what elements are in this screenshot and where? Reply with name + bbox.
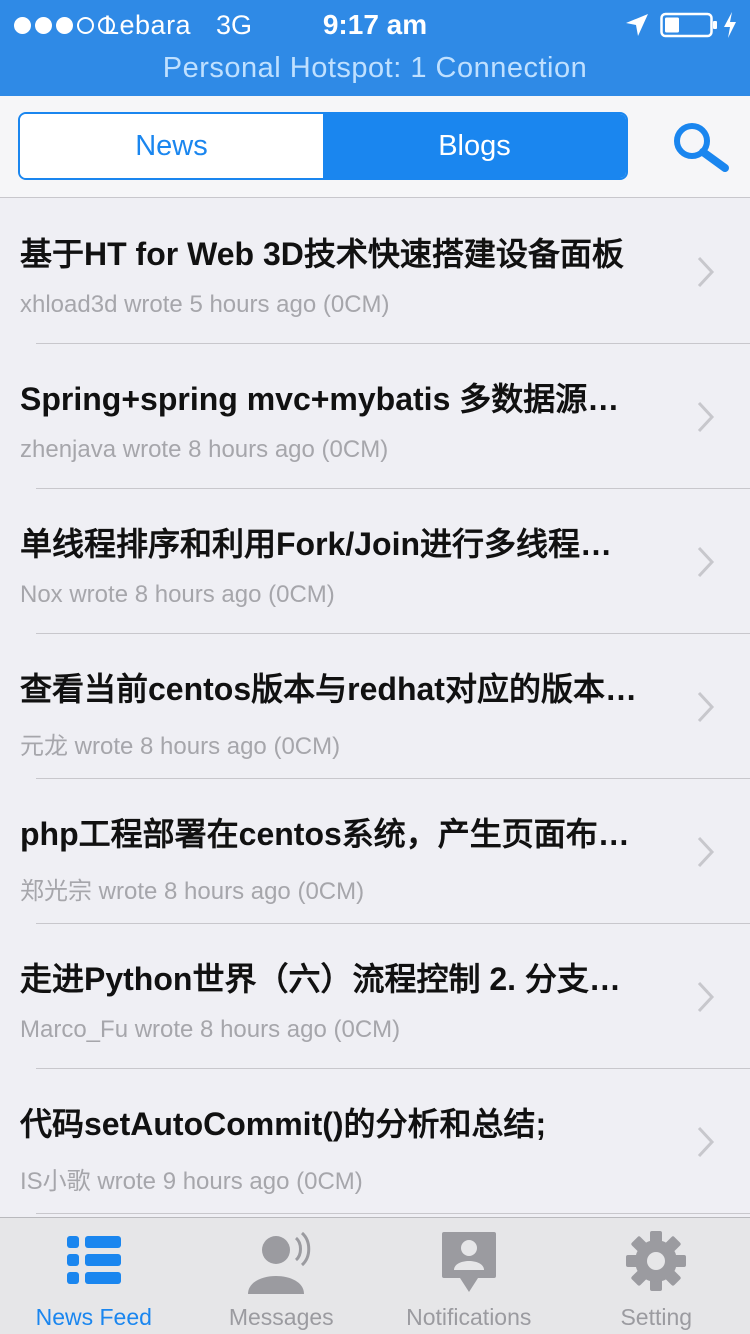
item-meta: IS小歌 wrote 9 hours ago (0CM) <box>20 1168 363 1195</box>
list-item[interactable]: 查看当前centos版本与redhat对应的版本… 元龙 wrote 8 hou… <box>0 634 750 779</box>
list-item[interactable]: php工程部署在centos系统，产生页面布… 郑光宗 wrote 8 hour… <box>0 779 750 924</box>
list-item[interactable]: 单线程排序和利用Fork/Join进行多线程… Nox wrote 8 hour… <box>0 489 750 634</box>
list-item[interactable]: 基于HT for Web 3D技术快速搭建设备面板 xhload3d wrote… <box>0 199 750 344</box>
tab-bar: News Feed Messages Notifications Setting <box>0 1217 750 1334</box>
item-meta: Marco_Fu wrote 8 hours ago (0CM) <box>20 1016 401 1043</box>
tab-label: Setting <box>620 1304 693 1330</box>
list-item[interactable]: Spring+spring mvc+mybatis 多数据源… zhenjava… <box>0 344 750 489</box>
feed-list[interactable]: 基于HT for Web 3D技术快速搭建设备面板 xhload3d wrote… <box>0 199 750 1217</box>
item-meta: 元龙 wrote 8 hours ago (0CM) <box>20 733 341 760</box>
search-icon <box>674 123 729 172</box>
charging-bolt-icon <box>724 12 736 38</box>
segment-blogs[interactable]: Blogs <box>323 114 626 178</box>
tab-news-feed[interactable]: News Feed <box>0 1218 188 1334</box>
segmented-control: News Blogs <box>18 112 628 180</box>
item-meta: zhenjava wrote 8 hours ago (0CM) <box>20 436 389 463</box>
tab-label: Messages <box>228 1304 334 1330</box>
battery-icon <box>660 12 717 38</box>
item-meta: 郑光宗 wrote 8 hours ago (0CM) <box>20 878 365 905</box>
chevron-right-icon <box>697 836 715 868</box>
segment-news[interactable]: News <box>20 114 323 178</box>
search-button[interactable] <box>670 120 732 174</box>
tab-messages[interactable]: Messages <box>188 1218 376 1334</box>
status-bar: Lebara 3G 9:17 am <box>0 0 750 52</box>
list-item[interactable]: 走进Python世界（六）流程控制 2. 分支… Marco_Fu wrote … <box>0 924 750 1069</box>
notification-badge-icon <box>441 1232 496 1292</box>
chevron-right-icon <box>697 691 715 723</box>
item-meta: xhload3d wrote 5 hours ago (0CM) <box>20 291 390 318</box>
chevron-right-icon <box>697 256 715 288</box>
header: News Blogs <box>0 96 750 198</box>
chevron-right-icon <box>697 546 715 578</box>
hotspot-banner[interactable]: Personal Hotspot: 1 Connection <box>0 52 750 92</box>
tab-notifications[interactable]: Notifications <box>375 1218 563 1334</box>
item-meta: Nox wrote 8 hours ago (0CM) <box>20 581 335 608</box>
tab-label: Notifications <box>406 1304 532 1330</box>
person-speaking-icon <box>248 1231 311 1294</box>
item-title: 走进Python世界（六）流程控制 2. 分支… <box>20 961 621 997</box>
chevron-right-icon <box>697 981 715 1013</box>
status-area: Lebara 3G 9:17 am Personal Hotspot: 1 Co… <box>0 0 750 96</box>
item-title: 单线程排序和利用Fork/Join进行多线程… <box>20 526 613 562</box>
list-icon <box>66 1236 121 1284</box>
item-title: php工程部署在centos系统，产生页面布… <box>20 816 630 852</box>
item-title: 基于HT for Web 3D技术快速搭建设备面板 <box>20 236 624 272</box>
tab-label: News Feed <box>35 1304 152 1330</box>
list-item[interactable]: 代码setAutoCommit()的分析和总结; IS小歌 wrote 9 ho… <box>0 1069 750 1214</box>
tab-setting[interactable]: Setting <box>563 1218 750 1334</box>
gear-icon <box>626 1231 687 1291</box>
chevron-right-icon <box>697 401 715 433</box>
item-title: 代码setAutoCommit()的分析和总结; <box>20 1106 547 1142</box>
chevron-right-icon <box>697 1126 715 1158</box>
divider <box>36 1213 750 1214</box>
item-title: 查看当前centos版本与redhat对应的版本… <box>20 671 637 707</box>
item-title: Spring+spring mvc+mybatis 多数据源… <box>20 381 620 417</box>
location-arrow-icon <box>626 14 648 36</box>
